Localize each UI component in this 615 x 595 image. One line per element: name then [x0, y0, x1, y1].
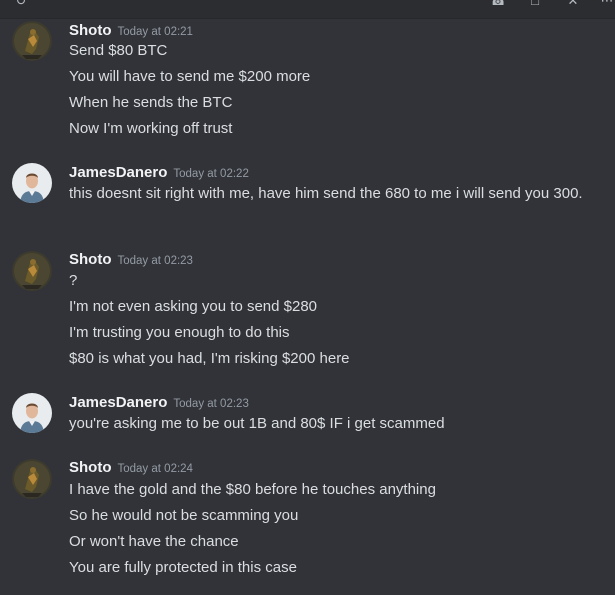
- username[interactable]: JamesDanero: [69, 394, 167, 411]
- message-header: Shoto Today at 02:21: [69, 21, 193, 41]
- avatar[interactable]: [12, 21, 52, 61]
- timestamp: Today at 02:21: [117, 26, 193, 38]
- message-text: Or won't have the chance: [69, 533, 239, 550]
- message-header: Shoto Today at 02:23: [69, 250, 193, 270]
- james-avatar-image: [12, 163, 52, 203]
- menu-icon[interactable]: ⋯: [600, 0, 614, 8]
- refresh-icon[interactable]: ↻: [14, 0, 28, 8]
- username[interactable]: Shoto: [69, 22, 112, 39]
- timestamp: Today at 02:23: [117, 255, 193, 267]
- shoto-avatar-image: [12, 21, 52, 61]
- timestamp: Today at 02:24: [117, 463, 193, 475]
- timestamp: Today at 02:23: [173, 398, 249, 410]
- message-text: You will have to send me $200 more: [69, 68, 311, 85]
- message-text: I'm not even asking you to send $280: [69, 298, 318, 315]
- message-text: Now I'm working off trust: [69, 120, 233, 137]
- message-text: Send $80 BTC: [69, 42, 168, 59]
- message-text: So he would not be scamming you: [69, 507, 299, 524]
- avatar[interactable]: [12, 459, 52, 499]
- message-text: $80 is what you had, I'm risking $200 he…: [69, 350, 350, 367]
- avatar[interactable]: [12, 251, 52, 291]
- message-text: this doesnt sit right with me, have him …: [69, 185, 583, 202]
- help-icon[interactable]: ✕: [566, 0, 580, 8]
- message-text: ?: [69, 272, 78, 289]
- shoto-avatar-image: [12, 251, 52, 291]
- message-text: I'm trusting you enough to do this: [69, 324, 290, 341]
- avatar[interactable]: [12, 393, 52, 433]
- message-text: you're asking me to be out 1B and 80$ IF…: [69, 415, 445, 432]
- message-text: I have the gold and the $80 before he to…: [69, 481, 436, 498]
- message-header: Shoto Today at 02:24: [69, 458, 193, 478]
- call-icon[interactable]: ☎: [490, 0, 506, 8]
- inbox-icon[interactable]: □: [528, 0, 542, 8]
- top-toolbar: ↻ ☎ □ ✕ ⋯: [0, 0, 615, 19]
- message-header: JamesDanero Today at 02:23: [69, 393, 249, 413]
- timestamp: Today at 02:22: [173, 168, 249, 180]
- username[interactable]: Shoto: [69, 251, 112, 268]
- username[interactable]: JamesDanero: [69, 164, 167, 181]
- message-text: You are fully protected in this case: [69, 559, 297, 576]
- avatar[interactable]: [12, 163, 52, 203]
- james-avatar-image: [12, 393, 52, 433]
- username[interactable]: Shoto: [69, 459, 112, 476]
- message-text: When he sends the BTC: [69, 94, 233, 111]
- message-list: Shoto Today at 02:21 Send $80 BTC You wil…: [0, 19, 615, 595]
- message-header: JamesDanero Today at 02:22: [69, 163, 249, 183]
- shoto-avatar-image: [12, 459, 52, 499]
